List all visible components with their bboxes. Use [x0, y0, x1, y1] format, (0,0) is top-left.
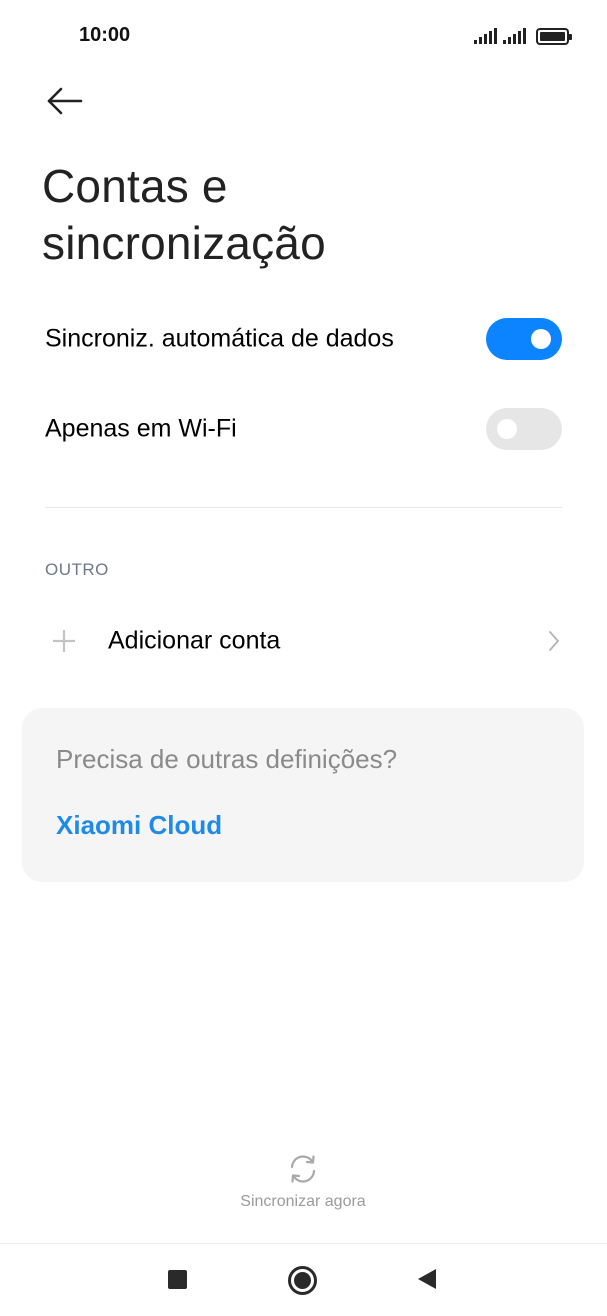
divider [45, 507, 562, 508]
status-icons [474, 24, 572, 48]
auto-sync-label: Sincroniz. automática de dados [45, 324, 394, 353]
page-title-line-2: sincronização [42, 217, 326, 269]
page-title: Contas e sincronização [42, 158, 562, 272]
signal-icon [503, 28, 526, 44]
back-button[interactable] [40, 80, 90, 124]
wifi-only-label: Apenas em Wi-Fi [45, 414, 237, 443]
recent-apps-icon[interactable] [168, 1270, 187, 1289]
sync-now-label: Sincronizar agora [240, 1193, 366, 1210]
xiaomi-cloud-link[interactable]: Xiaomi Cloud [56, 810, 222, 841]
add-account-label: Adicionar conta [108, 626, 281, 655]
sync-icon [290, 1155, 316, 1183]
add-account-row[interactable]: Adicionar conta [45, 611, 562, 671]
plus-icon [53, 630, 75, 652]
status-time: 10:00 [79, 24, 131, 46]
wifi-only-toggle[interactable] [486, 408, 562, 450]
section-header-other: OUTRO [45, 560, 109, 579]
auto-sync-toggle[interactable] [486, 318, 562, 360]
chevron-right-icon [549, 631, 559, 651]
screen: 10:00 Contas e sincronização Sincroniz. … [0, 0, 607, 1316]
toggle-knob [531, 329, 551, 349]
auto-sync-row[interactable]: Sincroniz. automática de dados [45, 309, 562, 369]
status-bar: 10:00 [0, 0, 607, 70]
home-icon[interactable] [288, 1266, 317, 1295]
other-settings-card: Precisa de outras definições? Xiaomi Clo… [22, 708, 584, 882]
arrow-left-icon [47, 87, 83, 115]
card-question: Precisa de outras definições? [56, 744, 398, 774]
wifi-only-row[interactable]: Apenas em Wi-Fi [45, 399, 562, 459]
signal-icon [474, 28, 497, 44]
battery-icon [536, 27, 572, 45]
toggle-knob [497, 419, 517, 439]
page-title-line-1: Contas e [42, 160, 228, 212]
sync-now-button[interactable]: Sincronizar agora [203, 1148, 403, 1220]
back-triangle-icon[interactable] [418, 1269, 436, 1289]
navigation-bar [0, 1243, 607, 1316]
